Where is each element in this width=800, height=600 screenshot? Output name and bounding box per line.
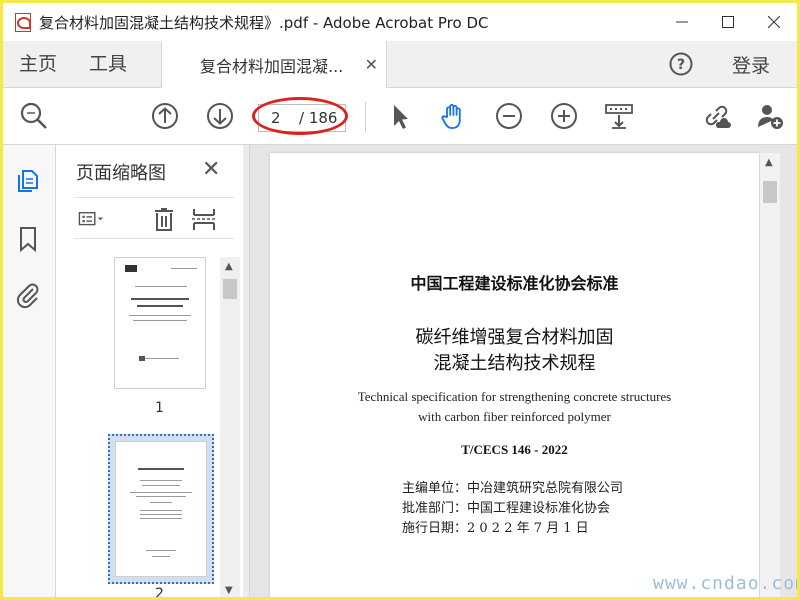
attachment-paperclip-icon[interactable] — [14, 281, 42, 309]
tab-close-icon[interactable]: ✕ — [365, 55, 378, 74]
standard-code: T/CECS 146 - 2022 — [461, 442, 568, 457]
search-zoom-icon[interactable] — [19, 101, 49, 131]
chinese-title-line2: 混凝土结构技术规程 — [433, 353, 596, 374]
tab-tools[interactable]: 工具 — [89, 41, 127, 87]
chinese-title-line1: 碳纤维增强复合材料加固 — [415, 327, 614, 348]
standard-title: 中国工程建设标准化协会标准 — [410, 274, 619, 293]
help-icon: ? — [669, 52, 693, 76]
cursor-arrow-icon[interactable] — [385, 101, 415, 131]
window-title: 复合材料加固混凝土结构技术规程》.pdf - Adobe Acrobat Pro… — [39, 13, 489, 32]
scroll-up-arrow-icon[interactable]: ▲ — [765, 157, 773, 168]
maximize-button[interactable] — [705, 3, 751, 41]
window-controls — [659, 3, 797, 41]
document-scrollbar[interactable]: ▲ — [760, 153, 780, 597]
document-page: 中国工程建设标准化协会标准 碳纤维增强复合材料加固 混凝土结构技术规程 Tech… — [270, 153, 759, 597]
english-title-line2: with carbon fiber reinforced polymer — [418, 409, 611, 424]
trash-icon[interactable] — [150, 206, 178, 232]
acrobat-app-icon — [13, 12, 33, 32]
plus-circle-icon[interactable] — [549, 101, 579, 131]
link-cloud-icon[interactable] — [701, 101, 731, 131]
arrow-up-circle-icon[interactable] — [150, 101, 180, 131]
left-nav-rail — [3, 145, 56, 597]
thumbnail-page-number: 2 — [155, 586, 164, 597]
document-view: 中国工程建设标准化协会标准 碳纤维增强复合材料加固 混凝土结构技术规程 Tech… — [243, 145, 797, 597]
close-panel-icon[interactable]: ✕ — [202, 157, 220, 182]
editor-unit: 主编单位：中冶建筑研究总院有限公司 — [402, 481, 624, 496]
watermark-text: www.cndao.com — [653, 573, 797, 594]
thumbnail-page-2-selected[interactable] — [108, 434, 214, 584]
minimize-button[interactable] — [659, 3, 705, 41]
extract-pages-icon[interactable] — [190, 206, 218, 232]
login-link[interactable]: 登录 — [732, 41, 770, 87]
page-thumbnails-icon[interactable] — [14, 167, 42, 195]
panel-splitter[interactable] — [243, 145, 250, 597]
english-title-line1: Technical specification for strengthenin… — [357, 389, 672, 404]
minimize-icon — [676, 21, 688, 23]
tab-document[interactable]: 复合材料加固混凝... ✕ — [161, 41, 387, 88]
thumbnails-scrollbar[interactable]: ▲ ▼ — [220, 257, 240, 597]
thumbnail-page-number: 1 — [155, 400, 164, 416]
scrollbar-thumb[interactable] — [223, 279, 237, 299]
scrollbar-thumb[interactable] — [763, 181, 777, 203]
list-options-icon — [78, 212, 103, 226]
thumbnails-toolbar — [74, 197, 234, 239]
hand-tool-icon[interactable] — [439, 101, 469, 131]
thumbnail-page-2 — [115, 441, 207, 577]
thumbnails-panel: 页面缩略图 ✕ 1 2 ▲ ▼ — [56, 145, 242, 597]
close-window-button[interactable] — [751, 3, 797, 41]
approving-department: 批准部门：中国工程建设标准化协会 — [402, 501, 611, 516]
thumbnails-panel-title: 页面缩略图 — [76, 163, 166, 184]
toolbar-divider — [365, 102, 366, 132]
toolbar: 2 / 186 — [3, 88, 797, 145]
bookmark-icon[interactable] — [14, 225, 42, 253]
effective-date: 施行日期：2 0 2 2 年 7 月 1 日 — [402, 521, 589, 536]
scroll-up-arrow-icon[interactable]: ▲ — [225, 261, 233, 272]
thumbnail-options-menu[interactable] — [78, 206, 118, 232]
thumbnail-page-1[interactable] — [114, 257, 206, 389]
add-user-icon[interactable] — [755, 101, 785, 131]
help-button[interactable]: ? — [669, 52, 693, 76]
tab-bar: 主页 工具 复合材料加固混凝... ✕ ? 登录 — [3, 41, 797, 88]
close-icon — [768, 16, 780, 28]
fit-page-icon[interactable] — [604, 101, 634, 131]
title-bar: 复合材料加固混凝土结构技术规程》.pdf - Adobe Acrobat Pro… — [3, 3, 797, 41]
annotation-circle — [252, 97, 348, 135]
arrow-down-circle-icon[interactable] — [205, 101, 235, 131]
scroll-down-arrow-icon[interactable]: ▼ — [225, 585, 233, 596]
maximize-icon — [722, 16, 734, 28]
tab-document-label: 复合材料加固混凝... — [200, 56, 344, 76]
minus-circle-icon[interactable] — [494, 101, 524, 131]
svg-text:?: ? — [677, 57, 685, 73]
tab-home[interactable]: 主页 — [19, 41, 57, 87]
app-window: 复合材料加固混凝土结构技术规程》.pdf - Adobe Acrobat Pro… — [3, 3, 797, 597]
